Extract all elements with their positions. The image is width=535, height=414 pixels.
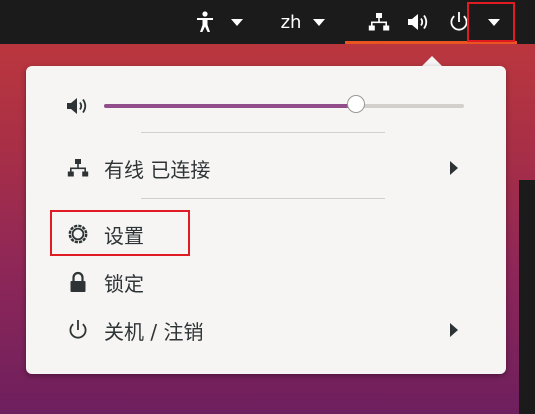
language-indicator[interactable]: zh xyxy=(272,0,310,44)
menu-item-label: 有线 已连接 xyxy=(104,157,211,182)
volume-slider-fill xyxy=(104,104,356,108)
menu-item-lock[interactable]: 锁定 xyxy=(26,264,506,300)
chevron-down-icon xyxy=(231,18,243,26)
top-bar: zh xyxy=(0,0,535,44)
highlight-box-system-menu xyxy=(467,2,515,42)
highlight-box-settings xyxy=(50,210,190,256)
volume-icon[interactable] xyxy=(405,0,433,44)
volume-icon xyxy=(66,94,90,118)
volume-slider[interactable] xyxy=(104,104,464,108)
accessibility-menu-arrow[interactable] xyxy=(228,0,246,44)
power-icon xyxy=(66,318,90,342)
submenu-arrow-icon xyxy=(450,161,458,175)
separator xyxy=(141,198,385,199)
submenu-arrow-icon xyxy=(450,323,458,337)
menu-item-network[interactable]: 有线 已连接 xyxy=(26,150,506,186)
menu-item-power[interactable]: 关机 / 注销 xyxy=(26,312,506,348)
volume-slider-handle[interactable] xyxy=(347,95,365,113)
chevron-down-icon xyxy=(313,18,325,26)
menu-item-label: 关机 / 注销 xyxy=(104,319,204,344)
language-label: zh xyxy=(280,11,302,33)
network-wired-icon xyxy=(66,156,90,180)
network-wired-icon[interactable] xyxy=(365,0,393,44)
lock-icon xyxy=(66,270,90,294)
accessibility-icon[interactable] xyxy=(190,0,220,44)
menu-item-label: 锁定 xyxy=(104,271,144,296)
separator xyxy=(141,132,385,133)
language-menu-arrow[interactable] xyxy=(310,0,328,44)
background-panel-edge xyxy=(519,180,535,414)
